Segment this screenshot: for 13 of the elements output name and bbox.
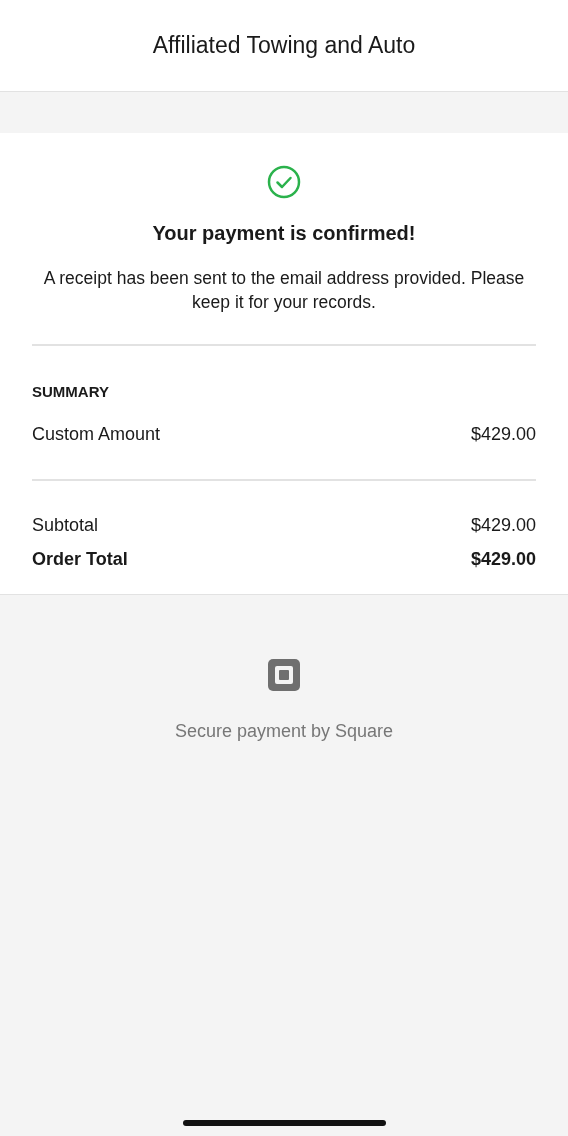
- subtotal-label: Subtotal: [32, 514, 99, 536]
- confirmation-title: Your payment is confirmed!: [151, 222, 417, 245]
- item-amount: $429.00: [470, 424, 536, 445]
- summary-heading: SUMMARY: [32, 383, 110, 400]
- subtotal-amount: $429.00: [470, 514, 536, 536]
- confirmation-message: A receipt has been sent to the email address provided. Please keep it for your records.: [42, 267, 526, 314]
- total-amount: $429.00: [470, 548, 536, 570]
- item-name: Custom Amount: [32, 424, 161, 445]
- secure-payment-text: Secure payment by Square: [174, 721, 394, 742]
- check-circle-icon: [267, 165, 301, 199]
- merchant-title: Affiliated Towing and Auto: [152, 32, 416, 59]
- total-label: Order Total: [32, 548, 128, 570]
- square-logo-icon: [268, 659, 300, 691]
